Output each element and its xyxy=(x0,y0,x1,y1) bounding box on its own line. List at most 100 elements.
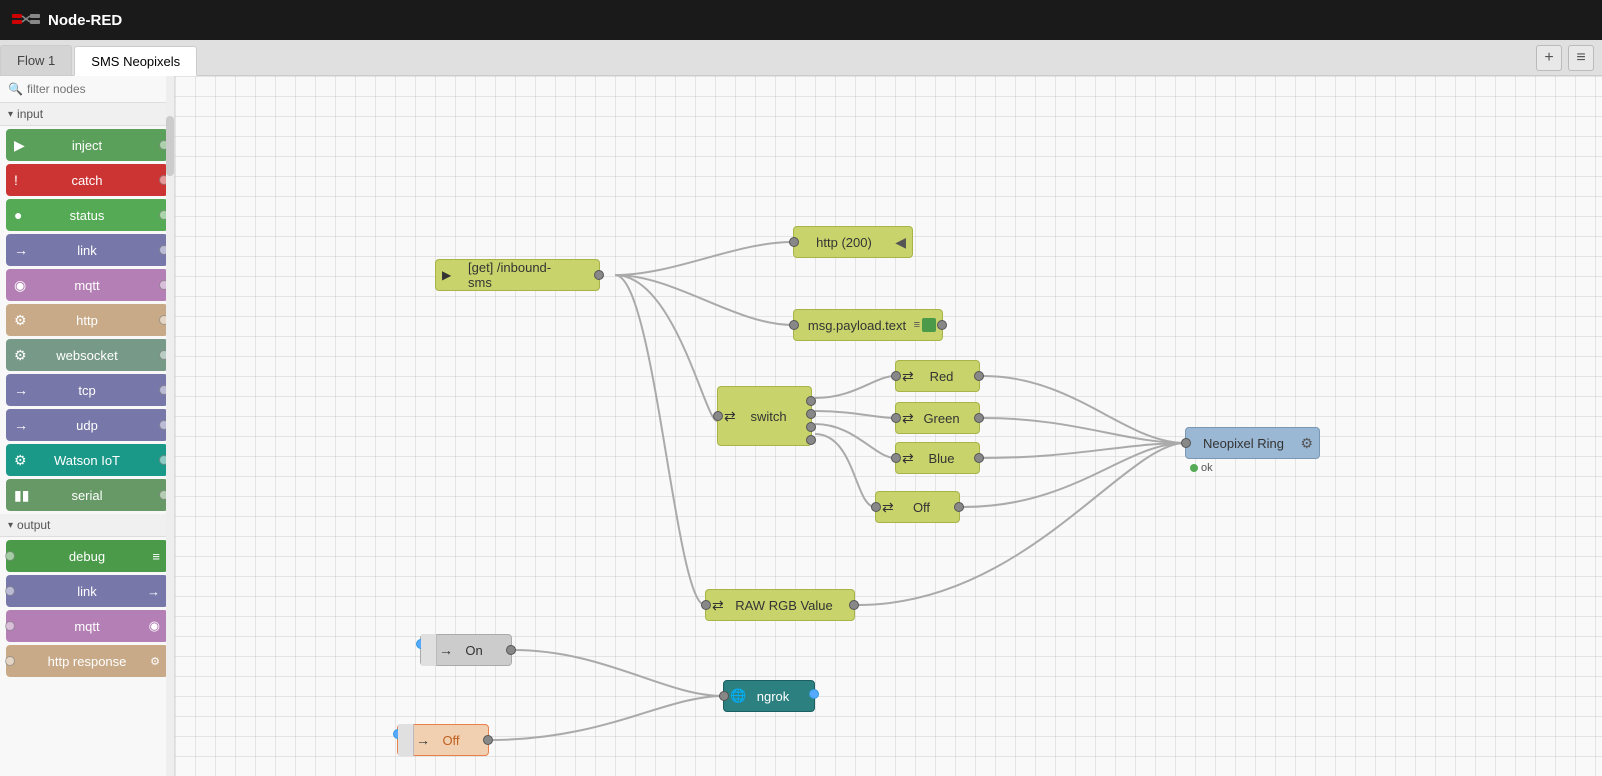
node-ngrok[interactable]: 🌐 ngrok xyxy=(723,680,815,712)
node-mqtt-out-label: mqtt xyxy=(74,619,99,634)
raw-rgb-port-left xyxy=(701,600,711,610)
http-resp-icon: ⚙ xyxy=(150,655,160,668)
http-200-gear-icon: ◀ xyxy=(895,234,906,251)
node-http-200[interactable]: http (200) ◀ xyxy=(793,226,913,258)
topbar: Node-RED xyxy=(0,0,1602,40)
mqtt-out-icon: ◉ xyxy=(149,618,160,634)
node-mqtt-in-label: mqtt xyxy=(74,278,99,293)
msg-payload-port-right xyxy=(937,320,947,330)
node-serial[interactable]: ▮▮ serial xyxy=(6,479,168,511)
node-http-response[interactable]: http response ⚙ xyxy=(6,645,168,677)
node-raw-rgb[interactable]: ⇄ RAW RGB Value xyxy=(705,589,855,621)
logo-icon xyxy=(12,10,40,30)
node-catch-label: catch xyxy=(71,173,102,188)
node-udp-label: udp xyxy=(76,418,98,433)
switch-port-left xyxy=(713,411,723,421)
node-inject[interactable]: ▶ inject xyxy=(6,129,168,161)
node-watson[interactable]: ⚙ Watson IoT xyxy=(6,444,168,476)
switch-icon: ⇄ xyxy=(724,408,736,425)
node-http-response-label: http response xyxy=(48,654,127,669)
catch-icon: ! xyxy=(14,172,18,188)
node-serial-label: serial xyxy=(71,488,102,503)
node-tcp-label: tcp xyxy=(78,383,95,398)
http-in-icon: ⚙ xyxy=(14,312,27,329)
node-msg-payload-text[interactable]: msg.payload.text ≡ xyxy=(793,309,943,341)
tab-sms-neopixels[interactable]: SMS Neopixels xyxy=(74,46,197,76)
menu-button[interactable]: ≡ xyxy=(1568,45,1594,71)
node-switch[interactable]: ⇄ switch xyxy=(717,386,812,446)
link-out-arrow-icon: → xyxy=(147,584,160,599)
sidebar: 🔍 ▾ input ▶ inject ! catch ● status → li… xyxy=(0,76,175,776)
node-off-func[interactable]: ⇄ Off xyxy=(875,491,960,523)
node-status-label: status xyxy=(70,208,105,223)
raw-rgb-label: RAW RGB Value xyxy=(735,598,833,613)
tab-flow1[interactable]: Flow 1 xyxy=(0,45,72,75)
neopixel-ring-label: Neopixel Ring xyxy=(1203,436,1284,451)
http-200-label: http (200) xyxy=(816,235,872,250)
sidebar-scrollbar-track xyxy=(166,76,174,776)
node-get-inbound-sms[interactable]: ▶ [get] /inbound-sms xyxy=(435,259,600,291)
node-websocket[interactable]: ⚙ websocket xyxy=(6,339,168,371)
msg-payload-label: msg.payload.text xyxy=(808,318,906,333)
red-icon: ⇄ xyxy=(902,368,914,385)
tab-actions: + ≡ xyxy=(1536,45,1594,71)
node-mqtt-out[interactable]: mqtt ◉ xyxy=(6,610,168,642)
off-func-label: Off xyxy=(913,500,930,515)
switch-port-r2 xyxy=(806,409,816,419)
flow-canvas[interactable]: ▶ [get] /inbound-sms http (200) ◀ msg.pa… xyxy=(175,76,1602,776)
raw-rgb-port-right xyxy=(849,600,859,610)
section-input-header[interactable]: ▾ input xyxy=(0,103,174,126)
filter-bar: 🔍 xyxy=(0,76,174,103)
red-port-right xyxy=(974,371,984,381)
node-link-in-label: link xyxy=(77,243,97,258)
ngrok-globe-icon: 🌐 xyxy=(730,688,746,704)
watson-icon: ⚙ xyxy=(14,452,27,469)
node-blue[interactable]: ⇄ Blue xyxy=(895,442,980,474)
node-red[interactable]: ⇄ Red xyxy=(895,360,980,392)
node-udp[interactable]: → udp xyxy=(6,409,168,441)
switch-label: switch xyxy=(750,409,786,424)
node-http-in[interactable]: ⚙ http xyxy=(6,304,168,336)
switch-port-r1 xyxy=(806,396,816,406)
node-link-out[interactable]: link → xyxy=(6,575,168,607)
udp-icon: → xyxy=(14,417,28,433)
section-input-label: input xyxy=(17,107,43,121)
node-tcp[interactable]: → tcp xyxy=(6,374,168,406)
on-inject-arrow-icon: → xyxy=(439,642,453,658)
status-icon: ● xyxy=(14,207,22,223)
node-link-in[interactable]: → link xyxy=(6,234,168,266)
node-watson-label: Watson IoT xyxy=(54,453,120,468)
ngrok-port-right xyxy=(809,689,819,699)
node-inject-label: inject xyxy=(72,138,102,153)
neopixel-status-dot xyxy=(1190,464,1198,472)
green-icon: ⇄ xyxy=(902,410,914,427)
http-in-node-icon: ▶ xyxy=(442,268,451,282)
add-tab-button[interactable]: + xyxy=(1536,45,1562,71)
neopixel-port-left xyxy=(1181,438,1191,448)
app-title: Node-RED xyxy=(48,12,122,29)
debug-list-icon: ≡ xyxy=(152,549,160,564)
node-on-inject[interactable]: → On xyxy=(420,634,512,666)
node-catch[interactable]: ! catch xyxy=(6,164,168,196)
node-mqtt-in[interactable]: ◉ mqtt xyxy=(6,269,168,301)
msg-payload-list-icon: ≡ xyxy=(914,319,920,331)
section-output-header[interactable]: ▾ output xyxy=(0,514,174,537)
filter-nodes-input[interactable] xyxy=(27,82,175,96)
raw-rgb-icon: ⇄ xyxy=(712,597,724,614)
off-inject-arrow-icon: → xyxy=(416,732,430,748)
node-status[interactable]: ● status xyxy=(6,199,168,231)
blue-icon: ⇄ xyxy=(902,450,914,467)
node-debug[interactable]: debug ≡ xyxy=(6,540,168,572)
switch-port-r4 xyxy=(806,435,816,445)
sidebar-scrollbar-thumb[interactable] xyxy=(166,116,174,176)
off-func-icon: ⇄ xyxy=(882,499,894,516)
node-neopixel-ring[interactable]: Neopixel Ring ⚙ ok xyxy=(1185,427,1320,459)
ngrok-port-left xyxy=(719,691,729,701)
node-green[interactable]: ⇄ Green xyxy=(895,402,980,434)
http-resp-port-left xyxy=(5,656,15,666)
neopixel-status: ok xyxy=(1190,462,1213,474)
neopixel-status-text: ok xyxy=(1201,462,1213,474)
node-off-inject[interactable]: → Off xyxy=(397,724,489,756)
inject-icon: ▶ xyxy=(14,137,25,154)
on-inject-left-panel xyxy=(421,634,437,666)
